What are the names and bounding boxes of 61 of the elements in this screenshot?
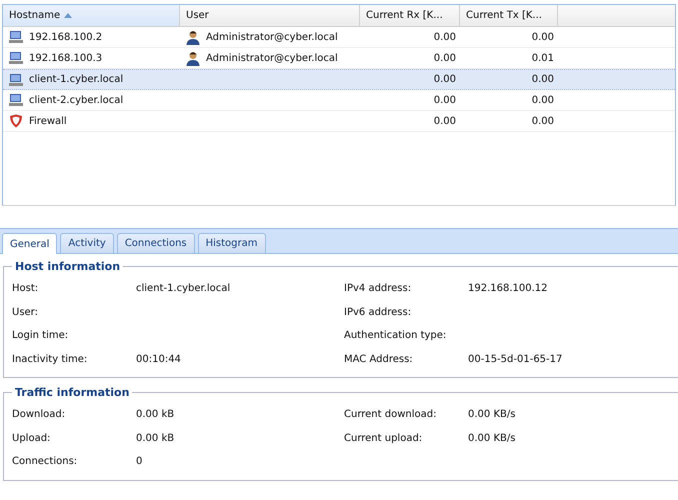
- tab[interactable]: Activity: [60, 233, 114, 253]
- field-value: 0.00 KB/s: [468, 409, 516, 420]
- field-label: User:: [12, 306, 39, 318]
- field-value: 0.00 KB/s: [468, 432, 516, 444]
- field-value: 0.00 kB: [136, 432, 174, 444]
- section-title: Traffic information: [14, 386, 130, 399]
- tx-value: 0.00: [532, 94, 554, 106]
- computer-icon: [9, 72, 23, 86]
- rx-value: 0.00: [434, 116, 456, 126]
- field-label: Login time:: [12, 330, 70, 342]
- hostname-text: client-1.cyber.local: [29, 74, 124, 85]
- computer-icon: [9, 93, 23, 107]
- tx-value: 0.00: [532, 74, 554, 85]
- rx-value: 0.00: [434, 94, 456, 106]
- field-label: Host:: [12, 283, 40, 294]
- grid-row[interactable]: Firewall 0.00 0.00: [3, 111, 675, 132]
- field-value: 192.168.100.12: [468, 283, 548, 294]
- field-label: IPv6 address:: [344, 306, 412, 318]
- field-label: Current upload:: [344, 432, 422, 444]
- hostname-text: Firewall: [29, 116, 67, 126]
- tx-value: 0.01: [532, 52, 554, 64]
- grid-row[interactable]: 192.168.100.2 Administrator@cyber.local 0.00 0.00: [3, 27, 675, 48]
- column-header[interactable]: Current Rx [K...: [360, 5, 460, 26]
- hostname-text: client-2.cyber.local: [29, 94, 124, 106]
- field-value: 0.00 kB: [136, 409, 174, 420]
- rx-value: 0.00: [434, 52, 456, 64]
- computer-icon: [9, 51, 23, 65]
- rx-value: 0.00: [434, 32, 456, 42]
- shield-icon: [9, 114, 23, 128]
- user-text: Administrator@cyber.local: [206, 32, 338, 42]
- field-value: 00-15-5d-01-65-17: [468, 354, 562, 365]
- tx-value: 0.00: [532, 32, 554, 42]
- field-label: Authentication type:: [344, 330, 446, 342]
- field-label: Connections:: [12, 456, 78, 468]
- field-label: IPv4 address:: [344, 283, 412, 294]
- field-value: 00:10:44: [136, 354, 181, 365]
- field-value: 0: [136, 456, 142, 468]
- column-header[interactable]: Current Tx [K...: [460, 5, 558, 26]
- tab[interactable]: General: [2, 233, 58, 254]
- field-label: Current download:: [344, 409, 436, 420]
- tx-value: 0.00: [532, 116, 554, 126]
- field-label: Download:: [12, 409, 66, 420]
- field-label: MAC Address:: [344, 354, 413, 365]
- field-value: client-1.cyber.local: [136, 283, 230, 294]
- user-icon: [186, 30, 200, 44]
- column-header[interactable]: Hostname: [3, 5, 180, 26]
- section-title: Host information: [14, 260, 122, 273]
- grid-row[interactable]: client-2.cyber.local 0.00 0.00: [3, 90, 675, 111]
- hostname-text: 192.168.100.2: [29, 32, 102, 42]
- user-icon: [186, 50, 200, 66]
- rx-value: 0.00: [434, 74, 456, 85]
- hostname-text: 192.168.100.3: [29, 52, 102, 64]
- computer-icon: [9, 30, 23, 44]
- user-text: Administrator@cyber.local: [206, 52, 338, 64]
- tab[interactable]: Histogram: [198, 233, 266, 253]
- sort-ascending-icon: [64, 13, 72, 18]
- tab[interactable]: Connections: [116, 233, 195, 253]
- column-header[interactable]: User: [180, 5, 360, 26]
- grid-row[interactable]: client-1.cyber.local 0.00 0.00: [3, 69, 675, 90]
- field-label: Upload:: [12, 432, 52, 444]
- field-label: Inactivity time:: [12, 354, 88, 365]
